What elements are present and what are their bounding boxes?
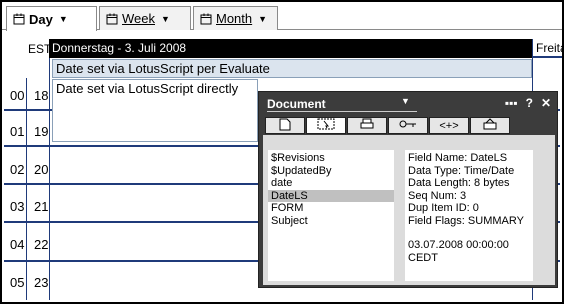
document-properties-panel: Document ▼ ▪▪▪ ? ✕ <+> $Revisions $Updat… [258,91,558,288]
fields-tab-body: $Revisions $UpdatedBy date DateLS FORM S… [263,135,555,285]
panel-tabs: <+> [265,117,553,134]
list-item[interactable]: $UpdatedBy [268,165,394,178]
calendar-entry-direct[interactable]: Date set via LotusScript directly [52,79,258,142]
tab-tags[interactable]: <+> [429,117,469,134]
field-info: Field Name: DateLS Data Type: Time/Date … [405,150,533,281]
toolbox-icon [482,118,498,133]
tab-week-label: Week [122,11,155,26]
hour-label-secondary: 23 [34,275,49,290]
hour-label-primary: 05 [10,275,25,290]
timezone-label: EST [28,42,52,56]
close-icon[interactable]: ✕ [541,96,551,110]
seq-num-info: Seq Num: 3 [408,189,467,202]
tab-advanced[interactable] [470,117,510,134]
field-name-info: Field Name: DateLS [408,152,508,164]
chevron-down-icon: ▼ [161,13,170,24]
next-day-header[interactable]: Freitag [533,39,562,58]
panel-type-selector[interactable]: Document [267,97,417,112]
hour-label-secondary: 19 [34,124,49,139]
data-type-info: Data Type: Time/Date [408,164,515,177]
tab-info[interactable] [265,117,305,134]
list-item-selected[interactable]: DateLS [268,189,394,202]
field-list[interactable]: $Revisions $UpdatedBy date DateLS FORM S… [268,150,394,281]
hour-label-secondary: 21 [34,199,49,214]
hour-label-primary: 01 [10,124,25,139]
dup-item-id-info: Dup Item ID: 0 [408,202,479,214]
panel-title: Document [267,97,326,111]
hour-label-primary: 00 [10,88,25,103]
calendar-icon [13,13,25,25]
hour-label-secondary: 20 [34,162,49,177]
key-icon [398,118,418,133]
help-icon[interactable]: ? [526,96,533,110]
field-flags-info: Field Flags: SUMMARY [408,214,524,227]
hour-label-secondary: 22 [34,237,49,252]
tab-day[interactable]: Day ▼ [6,6,97,31]
chevron-down-icon[interactable]: ▼ [401,96,410,106]
column-divider [26,78,27,300]
list-item[interactable]: $Revisions [268,152,394,165]
panel-controls: ▪▪▪ ? ✕ [505,96,551,110]
view-tabstrip: Day ▼ Week ▼ Month ▼ [2,2,562,31]
field-value-line1: 03.07.2008 00:00:00 [408,239,509,251]
tab-week[interactable]: Week ▼ [99,6,191,30]
page-icon [279,118,291,134]
printer-icon [359,118,375,133]
list-item[interactable]: FORM [268,202,394,215]
tab-fields[interactable] [306,117,346,134]
tag-icon: <+> [439,119,459,132]
hour-label-primary: 04 [10,237,25,252]
tab-day-label: Day [29,11,53,27]
chevron-down-icon: ▼ [58,14,68,24]
list-item[interactable]: Subject [268,215,394,228]
field-value-line2: CEDT [408,251,438,264]
tab-print[interactable] [347,117,387,134]
tab-security[interactable] [388,117,428,134]
day-header[interactable]: Donnerstag - 3. Juli 2008 [49,39,532,58]
tab-month-label: Month [216,11,253,26]
pointer-icon [317,118,335,133]
calendar-entry-evaluate[interactable]: Date set via LotusScript per Evaluate [52,59,532,78]
data-length-info: Data Length: 8 bytes [408,177,510,189]
calendar-icon [200,13,212,25]
column-divider [49,58,50,300]
chevron-down-icon: ▼ [258,13,268,24]
hour-label-primary: 03 [10,199,25,214]
calendar-window: Day ▼ Week ▼ Month ▼ EST 00 18 01 19 02 … [0,0,564,304]
hour-label-secondary: 18 [34,88,49,103]
hour-label-primary: 02 [10,162,25,177]
list-item[interactable]: date [268,177,394,190]
tab-month[interactable]: Month ▼ [193,6,278,30]
more-options-icon[interactable]: ▪▪▪ [505,96,518,110]
calendar-icon [106,13,118,25]
